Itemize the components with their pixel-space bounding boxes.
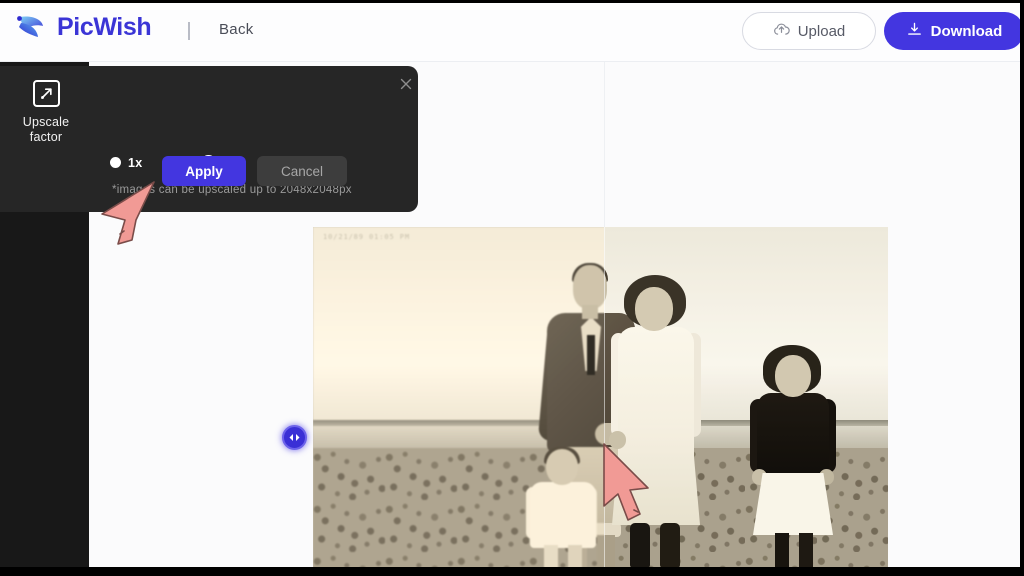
photo-before-half: 10/21/89 01:05 PM	[313, 227, 604, 568]
back-button[interactable]: Back	[219, 21, 254, 38]
cursor-on-compare-slider	[598, 440, 664, 535]
radio-label-1x: 1x	[128, 155, 143, 170]
frame-top-bar	[0, 0, 1024, 3]
upload-button-label: Upload	[797, 22, 846, 40]
radio-dot-1x	[110, 157, 121, 168]
upscale-panel-title: Upscale factor	[22, 115, 70, 144]
app-header: PicWish Back Upload Download	[0, 0, 1024, 62]
picwish-bird-logo-icon	[14, 10, 48, 44]
download-button-label: Download	[930, 22, 1003, 40]
radio-option-1x[interactable]: 1x	[110, 155, 143, 170]
cloud-upload-icon	[773, 21, 790, 42]
figure-child	[526, 447, 600, 568]
compare-slider-handle-icon	[289, 434, 300, 441]
frame-right-bar	[1020, 0, 1024, 576]
frame-bottom-bar	[0, 567, 1024, 576]
upscale-panel-icon-column: Upscale factor	[12, 80, 80, 145]
photo-scene-before: 10/21/89 01:05 PM	[313, 227, 604, 568]
compare-slider-handle[interactable]	[282, 425, 307, 450]
upload-button[interactable]: Upload	[742, 12, 876, 50]
brand-name: PicWish	[57, 12, 152, 41]
download-button[interactable]: Download	[884, 12, 1024, 50]
close-icon[interactable]	[398, 76, 414, 92]
picwish-upscale-app: PicWish Back Upload Download 10/21/89 01…	[0, 0, 1024, 576]
download-icon	[906, 21, 923, 42]
apply-button[interactable]: Apply	[162, 156, 246, 186]
upscale-expand-icon	[32, 80, 60, 107]
upscale-factor-panel: Upscale factor 1x 2x 4x *images can be u…	[0, 66, 418, 212]
photo-date-stamp: 10/21/89 01:05 PM	[323, 233, 410, 241]
brand[interactable]: PicWish	[14, 10, 152, 44]
cursor-on-apply	[98, 178, 168, 255]
cancel-button[interactable]: Cancel	[257, 156, 347, 186]
header-divider	[188, 22, 190, 40]
